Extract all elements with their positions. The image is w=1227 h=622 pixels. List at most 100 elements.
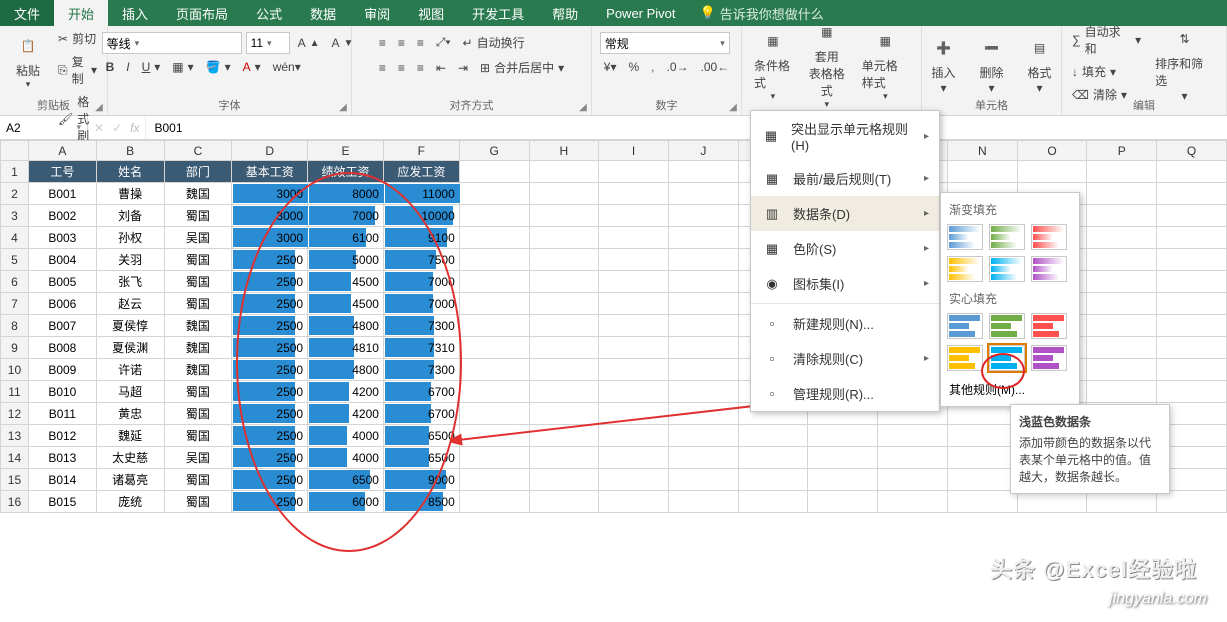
decrease-decimal-button[interactable]: .00← bbox=[697, 58, 734, 76]
col-header-I[interactable]: I bbox=[599, 141, 669, 161]
empty-cell[interactable] bbox=[459, 161, 529, 183]
cell-base[interactable]: 2500 bbox=[232, 491, 308, 513]
merge-center-button[interactable]: ⊞合并后居中▾ bbox=[476, 57, 568, 78]
cell-total[interactable]: 11000 bbox=[383, 183, 459, 205]
decrease-indent-button[interactable]: ⇤ bbox=[432, 59, 450, 77]
cell-dept[interactable]: 蜀国 bbox=[164, 205, 232, 227]
row-header-8[interactable]: 8 bbox=[1, 315, 29, 337]
empty-cell[interactable] bbox=[459, 447, 529, 469]
cell-total[interactable]: 7500 bbox=[383, 249, 459, 271]
cell-id[interactable]: B008 bbox=[28, 337, 96, 359]
menu-formulas[interactable]: 公式 bbox=[242, 0, 296, 26]
gradient-orange-swatch[interactable] bbox=[947, 256, 983, 282]
cell-total[interactable]: 7000 bbox=[383, 293, 459, 315]
row-header-6[interactable]: 6 bbox=[1, 271, 29, 293]
cell-perf[interactable]: 7000 bbox=[308, 205, 384, 227]
cell-id[interactable]: B007 bbox=[28, 315, 96, 337]
row-header-15[interactable]: 15 bbox=[1, 469, 29, 491]
empty-cell[interactable] bbox=[1017, 161, 1087, 183]
empty-cell[interactable] bbox=[1087, 205, 1157, 227]
gradient-blue-swatch[interactable] bbox=[947, 224, 983, 250]
increase-font-button[interactable]: A▲ bbox=[294, 34, 324, 52]
empty-cell[interactable] bbox=[808, 447, 878, 469]
cell-total[interactable]: 10000 bbox=[383, 205, 459, 227]
cell-perf[interactable]: 4800 bbox=[308, 315, 384, 337]
cell-total[interactable]: 6500 bbox=[383, 447, 459, 469]
empty-cell[interactable] bbox=[459, 469, 529, 491]
italic-button[interactable]: I bbox=[122, 58, 133, 76]
row-header-10[interactable]: 10 bbox=[1, 359, 29, 381]
empty-cell[interactable] bbox=[947, 469, 1017, 491]
cell-id[interactable]: B009 bbox=[28, 359, 96, 381]
cell-dept[interactable]: 吴国 bbox=[164, 227, 232, 249]
empty-cell[interactable] bbox=[1157, 183, 1227, 205]
enter-formula-icon[interactable]: ✓ bbox=[112, 121, 122, 135]
row-header-9[interactable]: 9 bbox=[1, 337, 29, 359]
phonetic-button[interactable]: wén▾ bbox=[269, 58, 305, 76]
empty-cell[interactable] bbox=[599, 447, 669, 469]
empty-cell[interactable] bbox=[529, 337, 599, 359]
clipboard-launcher[interactable]: ◢ bbox=[93, 101, 105, 113]
cell-name[interactable]: 黄忠 bbox=[96, 403, 164, 425]
empty-cell[interactable] bbox=[1157, 161, 1227, 183]
empty-cell[interactable] bbox=[668, 315, 738, 337]
cell-name[interactable]: 太史慈 bbox=[96, 447, 164, 469]
fill-color-button[interactable]: 🪣▾ bbox=[202, 58, 235, 76]
sort-filter-button[interactable]: ⇅排序和筛选▾ bbox=[1149, 21, 1220, 105]
empty-cell[interactable] bbox=[668, 249, 738, 271]
menu-insert[interactable]: 插入 bbox=[108, 0, 162, 26]
cell-name[interactable]: 张飞 bbox=[96, 271, 164, 293]
wrap-text-button[interactable]: ↵自动换行 bbox=[459, 32, 529, 53]
cell-base[interactable]: 2500 bbox=[232, 249, 308, 271]
borders-button[interactable]: ▦▾ bbox=[168, 58, 197, 76]
gradient-green-swatch[interactable] bbox=[989, 224, 1025, 250]
empty-cell[interactable] bbox=[529, 403, 599, 425]
gradient-red-swatch[interactable] bbox=[1031, 224, 1067, 250]
cell-id[interactable]: B006 bbox=[28, 293, 96, 315]
row-header-12[interactable]: 12 bbox=[1, 403, 29, 425]
empty-cell[interactable] bbox=[808, 425, 878, 447]
cell-dept[interactable]: 魏国 bbox=[164, 183, 232, 205]
cell-perf[interactable]: 6500 bbox=[308, 469, 384, 491]
empty-cell[interactable] bbox=[668, 359, 738, 381]
row-header-13[interactable]: 13 bbox=[1, 425, 29, 447]
font-launcher[interactable]: ◢ bbox=[337, 101, 349, 113]
empty-cell[interactable] bbox=[529, 161, 599, 183]
row-header-4[interactable]: 4 bbox=[1, 227, 29, 249]
cell-name[interactable]: 曹操 bbox=[96, 183, 164, 205]
empty-cell[interactable] bbox=[668, 227, 738, 249]
cell-name[interactable]: 诸葛亮 bbox=[96, 469, 164, 491]
empty-cell[interactable] bbox=[1087, 293, 1157, 315]
fx-icon[interactable]: fx bbox=[130, 121, 139, 135]
menu-dev[interactable]: 开发工具 bbox=[458, 0, 538, 26]
cell-base[interactable]: 2500 bbox=[232, 359, 308, 381]
cell-total[interactable]: 8500 bbox=[383, 491, 459, 513]
empty-cell[interactable] bbox=[808, 469, 878, 491]
cell-perf[interactable]: 4200 bbox=[308, 381, 384, 403]
cell-dept[interactable]: 蜀国 bbox=[164, 381, 232, 403]
cell-name[interactable]: 赵云 bbox=[96, 293, 164, 315]
empty-cell[interactable] bbox=[459, 337, 529, 359]
empty-cell[interactable] bbox=[599, 469, 669, 491]
align-left-button[interactable]: ≡ bbox=[375, 59, 390, 77]
empty-cell[interactable] bbox=[1157, 359, 1227, 381]
empty-cell[interactable] bbox=[738, 425, 808, 447]
empty-cell[interactable] bbox=[599, 205, 669, 227]
empty-cell[interactable] bbox=[1157, 315, 1227, 337]
autosum-button[interactable]: ∑ 自动求和▾ bbox=[1068, 21, 1145, 59]
empty-cell[interactable] bbox=[668, 491, 738, 513]
comma-button[interactable]: , bbox=[647, 58, 658, 76]
empty-cell[interactable] bbox=[459, 359, 529, 381]
cell-total[interactable]: 9000 bbox=[383, 469, 459, 491]
empty-cell[interactable] bbox=[947, 447, 1017, 469]
menu-home[interactable]: 开始 bbox=[54, 0, 108, 26]
align-center-button[interactable]: ≡ bbox=[394, 59, 409, 77]
cell-perf[interactable]: 4000 bbox=[308, 447, 384, 469]
solid-green-swatch[interactable] bbox=[989, 313, 1025, 339]
row-header-14[interactable]: 14 bbox=[1, 447, 29, 469]
empty-cell[interactable] bbox=[947, 491, 1017, 513]
cell-id[interactable]: B013 bbox=[28, 447, 96, 469]
col-header-D[interactable]: D bbox=[232, 141, 308, 161]
gradient-purple-swatch[interactable] bbox=[1031, 256, 1067, 282]
cell-base[interactable]: 2500 bbox=[232, 447, 308, 469]
